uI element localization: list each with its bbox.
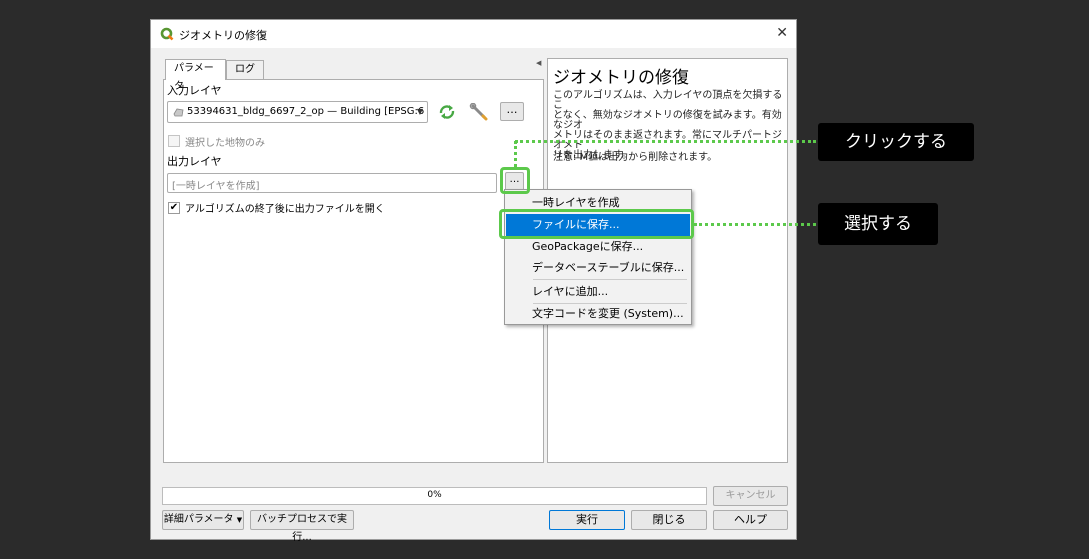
help-button[interactable]: ヘルプ: [713, 510, 788, 530]
input-layer-combo[interactable]: 53394631_bldg_6697_2_op — Building [EPSG…: [167, 101, 428, 123]
menu-item-save-to-geopackage[interactable]: GeoPackageに保存...: [506, 236, 690, 258]
batch-process-button[interactable]: バッチプロセスで実行...: [250, 510, 354, 543]
selected-features-only-label: 選択した地物のみ: [185, 138, 265, 149]
select-connector-line: [694, 223, 816, 226]
fix-geometries-dialog: ジオメトリの修復 ✕ パラメータ ログ 入力レイヤ 53394631_bldg_…: [150, 19, 797, 543]
qgis-logo-icon: [160, 27, 174, 41]
close-button[interactable]: 閉じる: [631, 510, 707, 530]
progress-bar: 0%: [162, 487, 707, 505]
tab-parameters[interactable]: パラメータ: [165, 59, 226, 92]
select-callout: 選択する: [818, 203, 938, 245]
output-layer-placeholder: [一時レイヤを作成]: [172, 181, 260, 192]
click-connector-vertical: [514, 141, 517, 167]
iterate-icon[interactable]: [438, 104, 456, 120]
more-options-button[interactable]: …: [500, 102, 524, 121]
input-layer-value: 53394631_bldg_6697_2_op — Building [EPSG…: [187, 106, 425, 117]
output-layer-input[interactable]: [一時レイヤを作成]: [167, 173, 497, 193]
run-button[interactable]: 実行: [549, 510, 625, 530]
help-line: となく、無効なジオメトリの修復を試みます。有効なジオ: [553, 110, 782, 131]
open-output-label: アルゴリズムの終了後に出力ファイルを開く: [185, 204, 385, 215]
advanced-parameters-label: 詳細パラメータ: [163, 514, 234, 525]
advanced-parameters-button[interactable]: 詳細パラメータ ▼: [162, 510, 244, 530]
close-icon[interactable]: ✕: [776, 25, 788, 41]
click-connector-horizontal: [515, 140, 816, 143]
menu-separator: [533, 279, 687, 280]
selected-features-only-checkbox[interactable]: [168, 135, 180, 147]
cancel-button[interactable]: キャンセル: [713, 486, 788, 506]
wrench-icon[interactable]: [469, 103, 489, 121]
chevron-down-icon: ▼: [416, 107, 423, 116]
output-layer-label: 出力レイヤ: [167, 155, 222, 168]
progress-text: 0%: [427, 490, 442, 500]
help-note: 注意: M値は出力から削除されます。: [553, 152, 718, 163]
chevron-down-icon: ▼: [236, 516, 243, 524]
title-bar: ジオメトリの修復 ✕: [151, 20, 796, 48]
open-output-checkbox[interactable]: ✔: [168, 202, 180, 214]
browse-button-highlight: [500, 167, 530, 194]
tab-log[interactable]: ログ: [226, 60, 264, 79]
help-line: このアルゴリズムは、入力レイヤの頂点を欠損するこ: [553, 90, 783, 111]
click-callout: クリックする: [818, 123, 974, 161]
window-title: ジオメトリの修復: [179, 29, 267, 42]
menu-item-append-to-layer[interactable]: レイヤに追加...: [506, 281, 690, 303]
menu-item-save-to-database[interactable]: データベーステーブルに保存...: [506, 257, 690, 279]
menu-item-change-encoding[interactable]: 文字コードを変更 (System)...: [506, 303, 690, 325]
help-title: ジオメトリの修復: [553, 68, 689, 88]
collapse-arrow-icon[interactable]: ◀: [536, 59, 541, 67]
polygon-layer-icon: [173, 108, 184, 117]
save-to-file-highlight: [499, 209, 694, 239]
